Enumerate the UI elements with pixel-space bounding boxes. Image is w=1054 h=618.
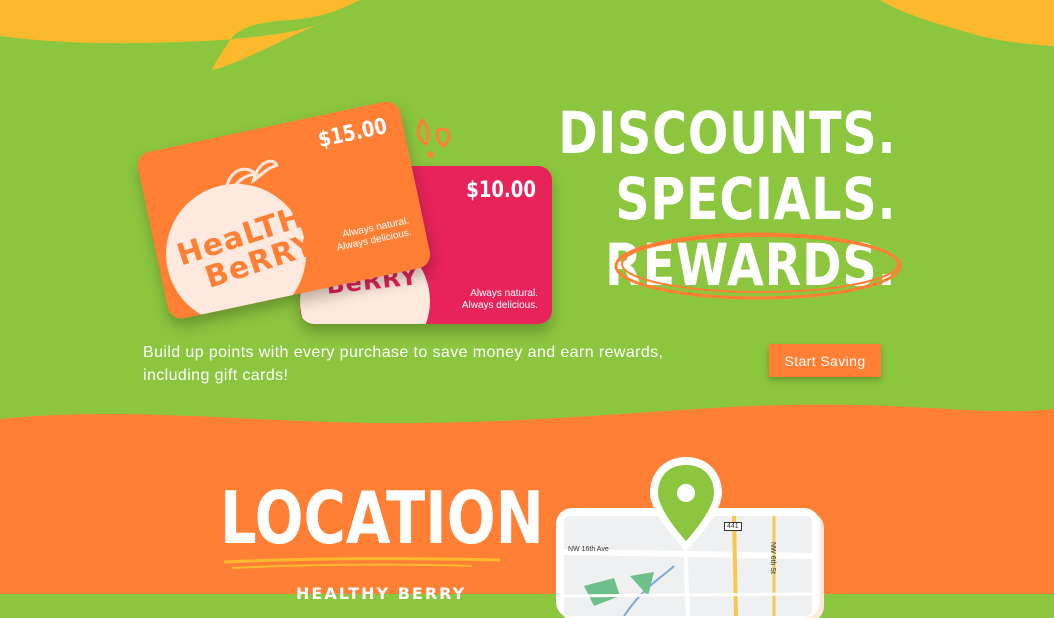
card-tagline: Always natural. Always delicious. — [333, 215, 413, 254]
location-underline — [223, 557, 501, 569]
splash-icon — [417, 117, 451, 158]
start-saving-button[interactable]: Start Saving — [769, 344, 881, 377]
map-highway-label: 441 — [724, 522, 742, 531]
headline-line-2: SPECIALS. — [614, 165, 896, 233]
top-decorative-swoosh — [0, 0, 1054, 70]
map-road-label: NW 6th St — [769, 542, 776, 574]
promo-text: Build up points with every purchase to s… — [143, 344, 664, 384]
card-amount: $15.00 — [316, 114, 390, 153]
rewards-scribble-circle — [614, 232, 902, 300]
headline-line-1: DISCOUNTS. — [557, 99, 896, 167]
location-pin-icon — [650, 457, 722, 551]
map-road-label: NW 16th Ave — [568, 546, 609, 553]
location-title: LOCATION — [220, 476, 544, 560]
card-tagline-2: Always delicious. — [461, 300, 538, 311]
